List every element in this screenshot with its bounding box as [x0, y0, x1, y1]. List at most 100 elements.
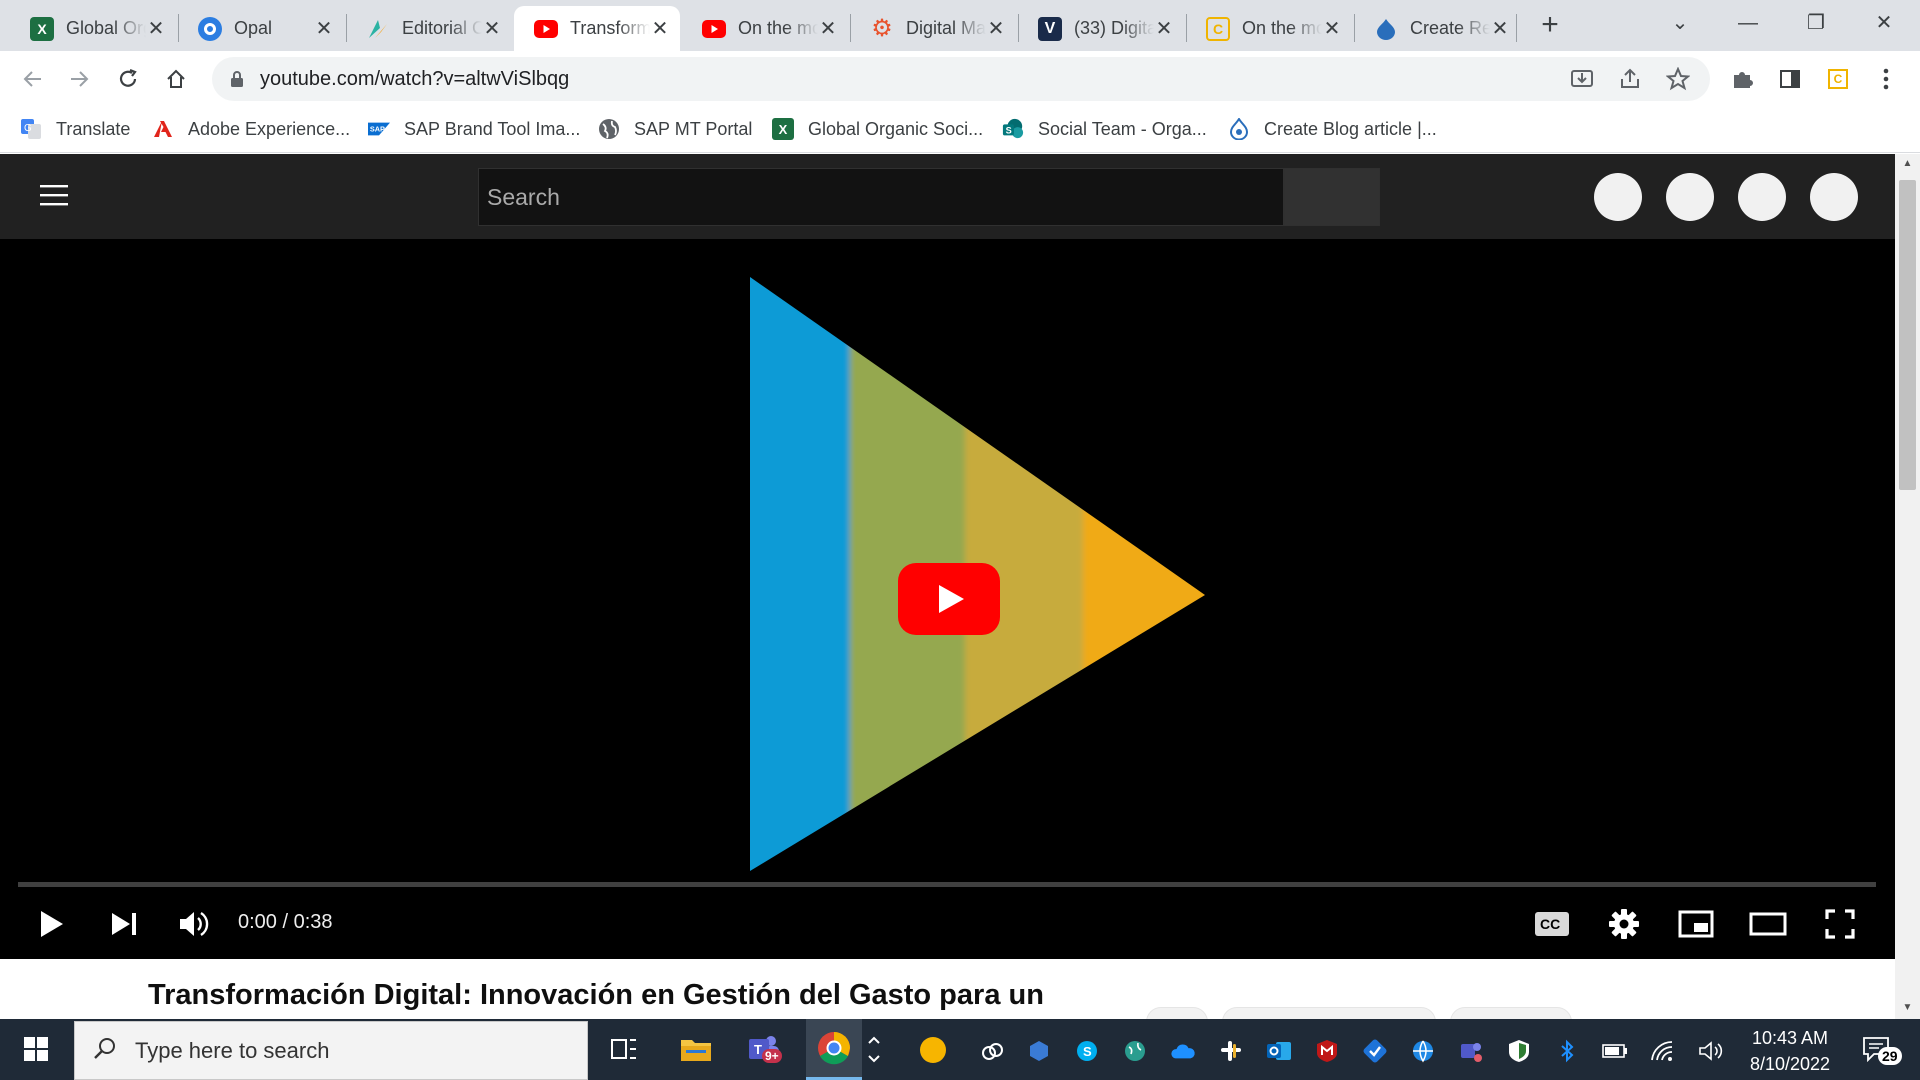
- tab-transformacion-digital[interactable]: Transformación Digital ✕: [514, 6, 680, 51]
- share-icon[interactable]: [1618, 67, 1642, 96]
- lock-icon[interactable]: [230, 70, 244, 93]
- bookmark-label: Create Blog article |...: [1264, 118, 1437, 139]
- tab-title: Transformación Digital: [570, 18, 650, 38]
- speaker-icon[interactable]: [1698, 1038, 1724, 1064]
- chrome-taskbar-button[interactable]: [806, 1019, 862, 1080]
- reload-button[interactable]: [112, 63, 144, 95]
- avatar[interactable]: [1810, 173, 1858, 221]
- tab-digital-marketing[interactable]: ⚙ Digital Marketing ✕: [850, 6, 1016, 51]
- tab-33-digital[interactable]: V (33) Digital ✕: [1018, 6, 1184, 51]
- large-play-button[interactable]: [898, 563, 1000, 640]
- progress-bar[interactable]: [18, 882, 1876, 887]
- system-clock[interactable]: 10:43 AM 8/10/2022: [1740, 1025, 1840, 1077]
- back-button[interactable]: [16, 63, 48, 95]
- mcafee-icon[interactable]: [1314, 1038, 1340, 1064]
- hamburger-menu-icon[interactable]: [40, 184, 68, 211]
- bookmark-social-team[interactable]: S Social Team - Orga...: [1002, 115, 1207, 143]
- close-icon[interactable]: ✕: [1490, 19, 1510, 39]
- fullscreen-button[interactable]: [1818, 902, 1862, 946]
- play-button[interactable]: [34, 902, 70, 946]
- onedrive-icon[interactable]: [1170, 1038, 1196, 1064]
- outlook-icon[interactable]: [1266, 1038, 1292, 1064]
- scroll-down-icon[interactable]: ▼: [1901, 1002, 1914, 1013]
- captions-button[interactable]: CC: [1530, 902, 1574, 946]
- close-icon[interactable]: ✕: [314, 19, 334, 39]
- clock-time: 10:43 AM: [1751, 1028, 1829, 1048]
- globe-icon[interactable]: [1122, 1038, 1148, 1064]
- window-close-icon[interactable]: ✕: [1864, 8, 1904, 38]
- slack-icon[interactable]: [1218, 1038, 1244, 1064]
- search-input[interactable]: Search: [478, 168, 1284, 226]
- skype-icon[interactable]: S: [1074, 1038, 1100, 1064]
- forward-button[interactable]: [64, 63, 96, 95]
- checkmark-app-icon[interactable]: [1362, 1038, 1388, 1064]
- battery-icon[interactable]: [1602, 1038, 1628, 1064]
- tab-search-chevron-icon[interactable]: ⌄: [1660, 8, 1700, 38]
- restore-icon[interactable]: ❐: [1796, 8, 1836, 38]
- close-icon[interactable]: ✕: [650, 19, 670, 39]
- install-icon[interactable]: [1570, 67, 1594, 96]
- tab-opal[interactable]: Opal ✕: [178, 6, 344, 51]
- shield-icon[interactable]: [1026, 1038, 1052, 1064]
- close-icon[interactable]: ✕: [1322, 19, 1342, 39]
- bookmark-global-organic-social[interactable]: X Global Organic Soci...: [772, 115, 983, 143]
- windows-start-icon[interactable]: [16, 1029, 56, 1069]
- star-icon[interactable]: [1665, 66, 1691, 96]
- bookmark-adobe-experience[interactable]: Adobe Experience...: [152, 115, 350, 143]
- theater-mode-button[interactable]: [1746, 902, 1790, 946]
- close-icon[interactable]: ✕: [986, 19, 1006, 39]
- home-button[interactable]: [160, 63, 192, 95]
- search-button[interactable]: [1284, 168, 1380, 226]
- miniplayer-button[interactable]: [1674, 902, 1718, 946]
- next-button[interactable]: [104, 902, 144, 946]
- tab-editorial[interactable]: Editorial Calendar ✕: [346, 6, 512, 51]
- new-tab-button[interactable]: +: [1535, 10, 1565, 41]
- web-app-icon[interactable]: [1410, 1038, 1436, 1064]
- reload-icon: [119, 68, 137, 87]
- svg-text:T: T: [754, 1042, 762, 1057]
- page-scrollbar[interactable]: ▲ ▼: [1895, 154, 1920, 1019]
- app-tray-icon[interactable]: [918, 1035, 948, 1065]
- video-player[interactable]: 0:00 / 0:38 CC: [0, 239, 1895, 959]
- masthead-button-1[interactable]: [1594, 173, 1642, 221]
- teams-tray-icon[interactable]: [1458, 1038, 1484, 1064]
- notification-center-icon[interactable]: 29: [1856, 1029, 1902, 1069]
- bookmark-translate[interactable]: G Translate: [20, 115, 130, 143]
- teams-icon[interactable]: T 9+: [744, 1029, 784, 1069]
- scroll-thumb[interactable]: [1899, 180, 1916, 490]
- bookmark-create-blog-article[interactable]: Create Blog article |...: [1228, 115, 1437, 143]
- close-icon[interactable]: ✕: [146, 19, 166, 39]
- chrome-menu-button[interactable]: [1870, 63, 1902, 95]
- close-icon[interactable]: ✕: [482, 19, 502, 39]
- file-explorer-icon[interactable]: [676, 1029, 716, 1069]
- bluetooth-icon[interactable]: [1554, 1038, 1580, 1064]
- bookmark-sap-mt-portal[interactable]: SAP MT Portal: [598, 115, 752, 143]
- close-icon[interactable]: ✕: [818, 19, 838, 39]
- masthead-button-2[interactable]: [1666, 173, 1714, 221]
- task-view-icon[interactable]: [604, 1029, 644, 1069]
- url-text[interactable]: youtube.com/watch?v=altwViSlbqg: [260, 68, 569, 91]
- minimize-icon[interactable]: —: [1728, 8, 1768, 38]
- tab-global-organic-social[interactable]: X Global Organic Social ✕: [10, 6, 176, 51]
- taskbar-search-box[interactable]: Type here to search: [74, 1021, 588, 1080]
- extension-c-button[interactable]: C: [1822, 63, 1854, 95]
- chrome-icon: [818, 1032, 850, 1065]
- side-panel-icon: [1780, 70, 1800, 88]
- bookmark-sap-brand-tool[interactable]: SAP SAP Brand Tool Ima...: [368, 115, 580, 143]
- tab-title: On the move: [1242, 18, 1322, 38]
- chevron-up-icon[interactable]: [862, 1029, 886, 1069]
- scroll-up-icon[interactable]: ▲: [1901, 158, 1914, 169]
- settings-button[interactable]: [1602, 902, 1646, 946]
- creative-cloud-icon[interactable]: [980, 1038, 1006, 1064]
- extensions-button[interactable]: [1726, 63, 1758, 95]
- tab-on-the-move-2[interactable]: C On the move ✕: [1186, 6, 1352, 51]
- wifi-icon[interactable]: [1650, 1038, 1676, 1064]
- address-bar[interactable]: youtube.com/watch?v=altwViSlbqg: [212, 57, 1710, 101]
- tab-create-resource[interactable]: Create Resource ✕: [1354, 6, 1520, 51]
- masthead-button-3[interactable]: [1738, 173, 1786, 221]
- security-shield-icon[interactable]: [1506, 1038, 1532, 1064]
- side-panel-button[interactable]: [1774, 63, 1806, 95]
- volume-button[interactable]: [172, 902, 216, 946]
- close-icon[interactable]: ✕: [1154, 19, 1174, 39]
- tab-on-the-move[interactable]: On the move ✕: [682, 6, 848, 51]
